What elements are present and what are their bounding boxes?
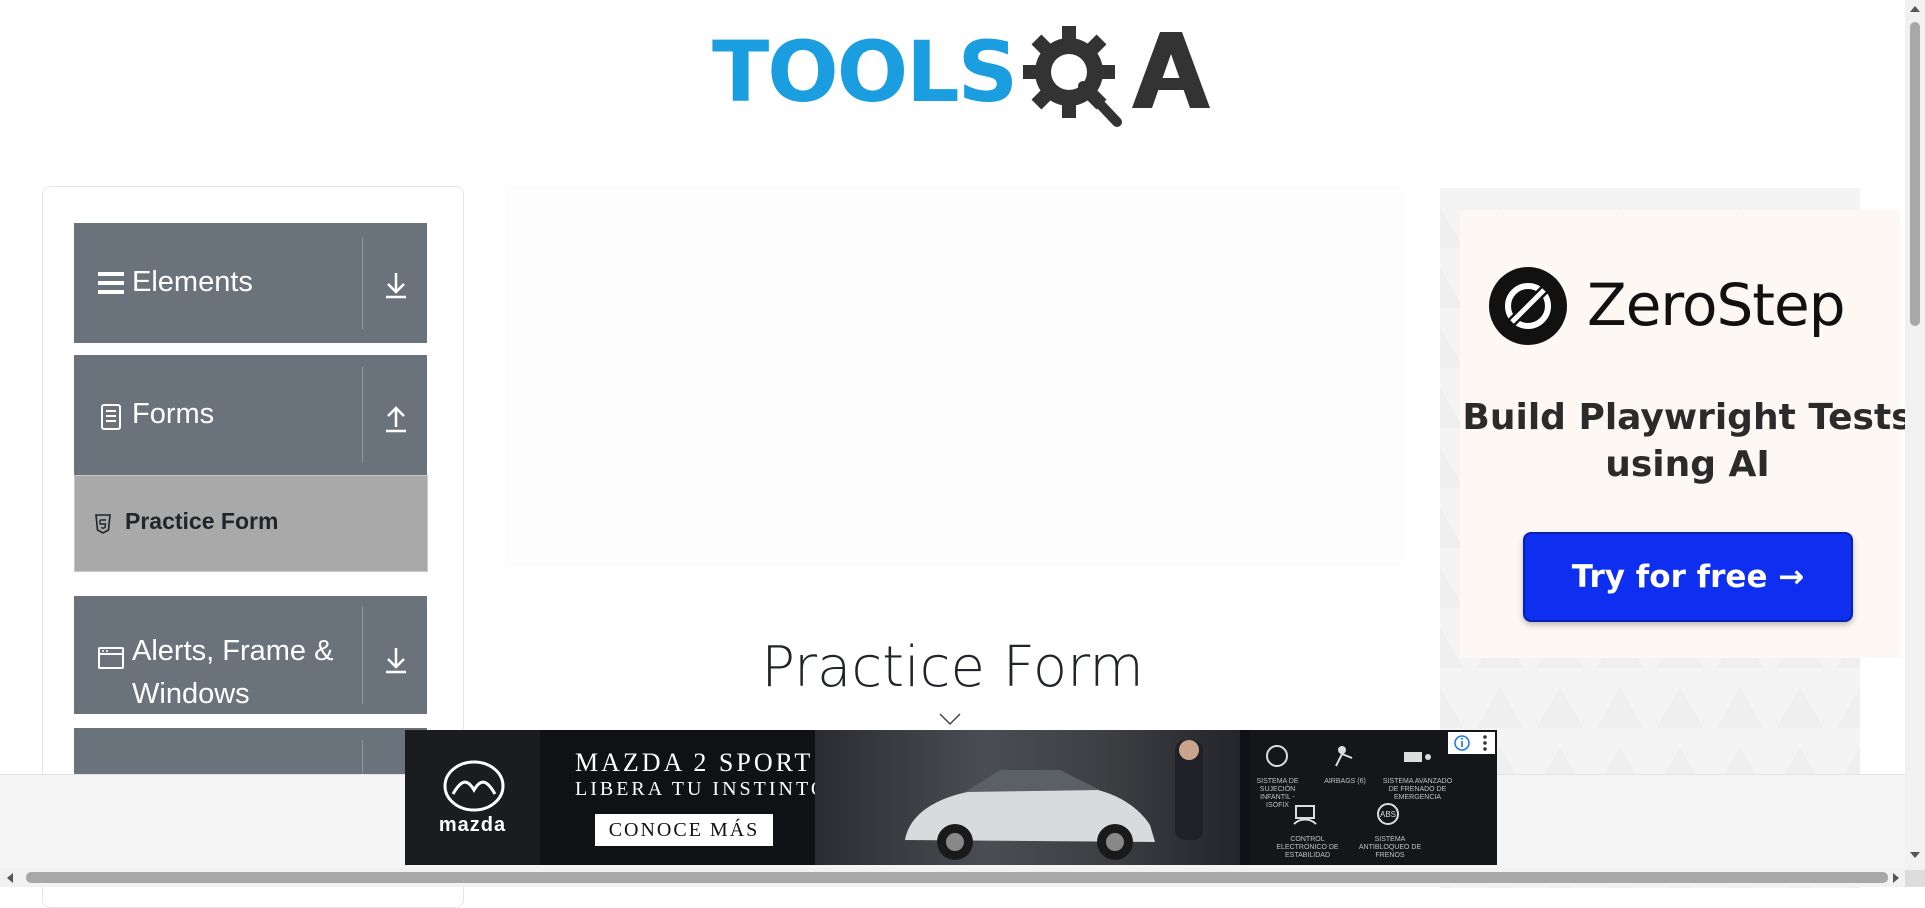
sidebar-group-label: Elements (132, 266, 253, 298)
gear-magnifier-icon (1023, 26, 1122, 127)
feature-label: CONTROL ELECTRÓNICO DE ESTABILIDAD (1276, 836, 1339, 859)
divider (362, 367, 363, 463)
logo-text: TOOLS (712, 23, 1018, 121)
stability-control-icon (1293, 805, 1317, 825)
ad-info-icon[interactable] (1448, 732, 1495, 754)
svg-text:ABS: ABS (1380, 810, 1396, 819)
divider (362, 237, 363, 329)
ad-choices[interactable] (1448, 732, 1495, 754)
sidebar-group-label: Alerts, Frame & Windows (132, 635, 334, 710)
site-logo[interactable]: TOOLS (712, 22, 1210, 134)
scroll-left-arrow-icon[interactable] (3, 871, 17, 885)
page-title: Practice Form (761, 635, 1144, 700)
vertical-scrollbar-thumb[interactable] (1910, 22, 1920, 326)
chevron-down-icon[interactable] (938, 712, 962, 726)
ad-tagline: LIBERA TU INSTINTO (575, 778, 829, 800)
scroll-right-arrow-icon[interactable] (1889, 871, 1903, 885)
car-photo (815, 730, 1240, 865)
abs-icon: ABS (1377, 803, 1399, 825)
hamburger-icon (98, 272, 124, 294)
mazda-wordmark: mazda (438, 814, 507, 836)
mazda-banner-ad[interactable]: mazda MAZDA 2 SPORT LIBERA TU INSTINTO C… (405, 730, 1497, 865)
main-ad-placeholder (505, 186, 1405, 566)
sidebar-group-elements[interactable]: Elements (74, 223, 427, 343)
collapse-up-icon[interactable] (382, 403, 410, 435)
scroll-down-arrow-icon[interactable] (1908, 848, 1922, 862)
feature-label: AIRBAGS (6) (1324, 778, 1366, 785)
ad-headline: MAZDA 2 SPORT (575, 748, 814, 777)
conoce-mas-button[interactable]: CONOCE MÁS (595, 814, 773, 846)
sidebar-item-practice-form[interactable]: Practice Form (74, 475, 428, 572)
divider (362, 606, 363, 704)
car-illustration (905, 740, 1203, 860)
logo-letter-a (1132, 32, 1210, 108)
expand-down-icon[interactable] (382, 644, 410, 676)
horizontal-scrollbar-thumb[interactable] (26, 872, 1888, 883)
sidebar-group-forms[interactable]: Forms (74, 355, 427, 475)
mazda-emblem-icon (443, 760, 505, 812)
sidebar-group-label: Forms (132, 398, 215, 430)
feature-label: SISTEMA ANTIBLOQUEO DE FRENOS (1358, 836, 1422, 859)
expand-down-icon[interactable] (382, 269, 410, 301)
sidebar-item-label: Practice Form (125, 508, 279, 534)
ad-brand-name: ZeroStep (1587, 271, 1846, 339)
sidebar-group-alerts-frame-windows[interactable]: Alerts, Frame & Windows (74, 596, 427, 714)
scrollbar-corner (1905, 870, 1925, 887)
child-seat-icon (1266, 745, 1288, 767)
html5-icon (95, 514, 111, 534)
scroll-up-arrow-icon[interactable] (1908, 2, 1922, 16)
form-icon (101, 404, 121, 430)
brake-assist-icon (1404, 752, 1431, 762)
window-icon (98, 647, 124, 669)
ad-headline: Build Playwright Tests using AI (1462, 397, 1913, 485)
try-for-free-button[interactable]: Try for free → (1523, 532, 1853, 622)
zerostep-ad[interactable]: ZeroStep Build Playwright Tests using AI… (1460, 210, 1913, 658)
airbag-icon (1335, 746, 1353, 767)
mazda-logo: mazda (405, 730, 540, 865)
feature-label: SISTEMA AVANZADO DE FRENADO DE EMERGENCI… (1382, 778, 1453, 801)
zerostep-logo-icon (1489, 267, 1567, 345)
